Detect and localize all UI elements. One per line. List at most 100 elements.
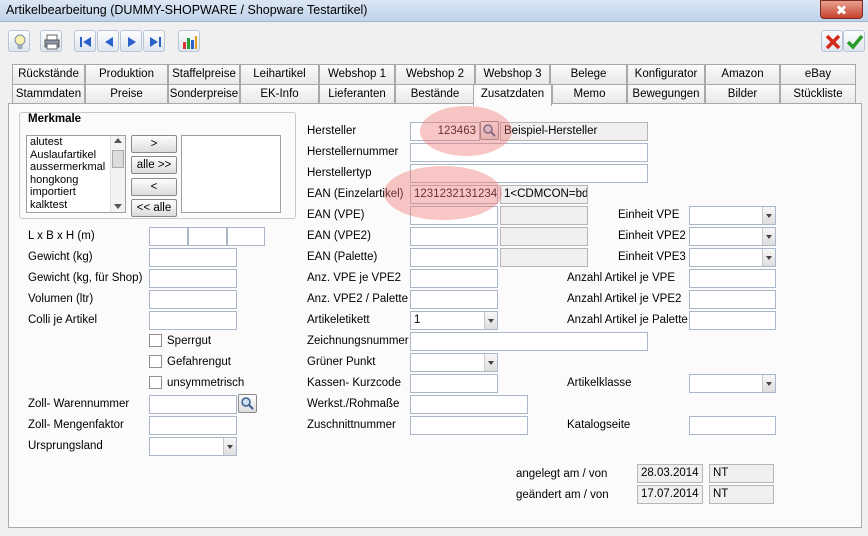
katalogseite-label: Katalogseite xyxy=(567,419,631,431)
zeichnungsnummer-input[interactable] xyxy=(410,332,648,351)
einheit-vpe2-select[interactable] xyxy=(689,227,776,246)
gefahrengut-checkbox[interactable] xyxy=(149,355,162,368)
einheit-vpe-select[interactable] xyxy=(689,206,776,225)
scroll-down-icon[interactable] xyxy=(114,204,122,209)
tab-bestaende[interactable]: Bestände xyxy=(395,84,475,104)
artikeletikett-select[interactable]: 1 xyxy=(410,311,498,330)
tab-leihartikel[interactable]: Leihartikel xyxy=(240,64,319,84)
ean-vpe2-extra-field xyxy=(500,227,588,246)
tab-preise[interactable]: Preise xyxy=(85,84,168,104)
add-all-merkmale-button[interactable]: alle >> xyxy=(131,156,177,174)
remove-all-merkmale-button[interactable]: << alle xyxy=(131,199,177,217)
chevron-down-icon[interactable] xyxy=(484,354,497,371)
tab-webshop-3[interactable]: Webshop 3 xyxy=(475,64,550,84)
werkst-rohmasse-input[interactable] xyxy=(410,395,528,414)
zuschnittnummer-input[interactable] xyxy=(410,416,528,435)
scroll-up-icon[interactable] xyxy=(114,138,122,143)
chevron-down-icon[interactable] xyxy=(223,438,236,455)
close-window-button[interactable] xyxy=(820,0,863,19)
ean-palette-label: EAN (Palette) xyxy=(307,251,378,263)
print-icon[interactable] xyxy=(40,30,62,52)
gewicht-shop-input[interactable] xyxy=(149,269,237,288)
remove-merkmal-button[interactable]: < xyxy=(131,178,177,196)
chevron-down-icon[interactable] xyxy=(762,249,775,266)
unsymmetrisch-checkbox[interactable] xyxy=(149,376,162,389)
anz-artikel-vpe-input[interactable] xyxy=(689,269,776,288)
hoehe-input[interactable] xyxy=(227,227,265,246)
chart-icon[interactable] xyxy=(178,30,200,52)
anz-vpe-input[interactable] xyxy=(410,269,498,288)
tab-webshop-2[interactable]: Webshop 2 xyxy=(395,64,475,84)
ean-vpe-input[interactable] xyxy=(410,206,498,225)
tab-ebay[interactable]: eBay xyxy=(780,64,856,84)
volumen-input[interactable] xyxy=(149,290,237,309)
tab-webshop-1[interactable]: Webshop 1 xyxy=(319,64,395,84)
artikelklasse-label: Artikelklasse xyxy=(567,377,632,389)
katalogseite-input[interactable] xyxy=(689,416,776,435)
tab-rueckstaende[interactable]: Rückstände xyxy=(12,64,85,84)
anz-artikel-vpe-label: Anzahl Artikel je VPE xyxy=(567,272,676,284)
tab-zusatzdaten[interactable]: Zusatzdaten xyxy=(473,84,552,106)
ean-palette-input[interactable] xyxy=(410,248,498,267)
next-record-icon[interactable] xyxy=(120,30,142,52)
anz-artikel-vpe2-input[interactable] xyxy=(689,290,776,309)
tab-amazon[interactable]: Amazon xyxy=(705,64,780,84)
artikelklasse-select[interactable] xyxy=(689,374,776,393)
gruener-punkt-select[interactable] xyxy=(410,353,498,372)
tab-stammdaten[interactable]: Stammdaten xyxy=(12,84,85,104)
red-x-icon[interactable] xyxy=(821,30,843,52)
tab-produktion[interactable]: Produktion xyxy=(85,64,168,84)
einheit-vpe2-label: Einheit VPE2 xyxy=(618,230,686,242)
tab-konfigurator[interactable]: Konfigurator xyxy=(627,64,705,84)
zeichnungsnummer-label: Zeichnungsnummer xyxy=(307,335,409,347)
first-record-icon[interactable] xyxy=(74,30,96,52)
zoll-mengenfaktor-input[interactable] xyxy=(149,416,237,435)
ean-input[interactable]: 1231232131234 xyxy=(410,185,498,204)
search-icon[interactable] xyxy=(480,121,499,140)
lightbulb-icon[interactable] xyxy=(8,30,30,52)
chevron-down-icon[interactable] xyxy=(484,312,497,329)
tab-bilder[interactable]: Bilder xyxy=(705,84,780,104)
previous-record-icon[interactable] xyxy=(97,30,119,52)
tab-belege[interactable]: Belege xyxy=(550,64,627,84)
zoll-warennummer-label: Zoll- Warennummer xyxy=(28,398,130,410)
einheit-vpe3-select[interactable] xyxy=(689,248,776,267)
anz-artikel-palette-input[interactable] xyxy=(689,311,776,330)
anz-artikel-palette-label: Anzahl Artikel je Palette xyxy=(567,314,688,326)
breite-input[interactable] xyxy=(188,227,227,246)
hersteller-nr-input[interactable]: 123463 xyxy=(410,122,480,141)
herstellernummer-input[interactable] xyxy=(410,143,648,162)
laenge-input[interactable] xyxy=(149,227,188,246)
tab-memo[interactable]: Memo xyxy=(552,84,627,104)
gewicht-input[interactable] xyxy=(149,248,237,267)
green-check-icon[interactable] xyxy=(843,30,865,52)
ursprungsland-select[interactable] xyxy=(149,437,237,456)
herstellernummer-label: Herstellernummer xyxy=(307,146,399,158)
last-record-icon[interactable] xyxy=(143,30,165,52)
chevron-down-icon[interactable] xyxy=(762,228,775,245)
herstellertyp-input[interactable] xyxy=(410,164,648,183)
add-merkmal-button[interactable]: > xyxy=(131,135,177,153)
tab-ek-info[interactable]: EK-Info xyxy=(240,84,319,104)
tab-bewegungen[interactable]: Bewegungen xyxy=(627,84,705,104)
tab-sonderpreise[interactable]: Sonderpreise xyxy=(168,84,240,104)
colli-input[interactable] xyxy=(149,311,237,330)
tab-staffelpreise[interactable]: Staffelpreise xyxy=(168,64,240,84)
artikeletikett-label: Artikeletikett xyxy=(307,314,370,326)
ean-label: EAN (Einzelartikel) xyxy=(307,188,404,200)
tab-stueckliste[interactable]: Stückliste xyxy=(780,84,856,104)
tab-lieferanten[interactable]: Lieferanten xyxy=(319,84,395,104)
zoll-warennummer-input[interactable] xyxy=(149,395,237,414)
scroll-thumb[interactable] xyxy=(112,150,124,168)
kassen-kurzcode-input[interactable] xyxy=(410,374,498,393)
ean-vpe2-input[interactable] xyxy=(410,227,498,246)
zoll-mengenfaktor-label: Zoll- Mengenfaktor xyxy=(28,419,124,431)
merkmale-selected-list[interactable] xyxy=(181,135,281,213)
chevron-down-icon[interactable] xyxy=(762,207,775,224)
merkmale-scrollbar[interactable] xyxy=(110,136,125,212)
anz-vpe2-input[interactable] xyxy=(410,290,498,309)
sperrgut-checkbox[interactable] xyxy=(149,334,162,347)
chevron-down-icon[interactable] xyxy=(762,375,775,392)
search-icon[interactable] xyxy=(238,394,257,413)
geaendert-label: geändert am / von xyxy=(516,489,609,501)
